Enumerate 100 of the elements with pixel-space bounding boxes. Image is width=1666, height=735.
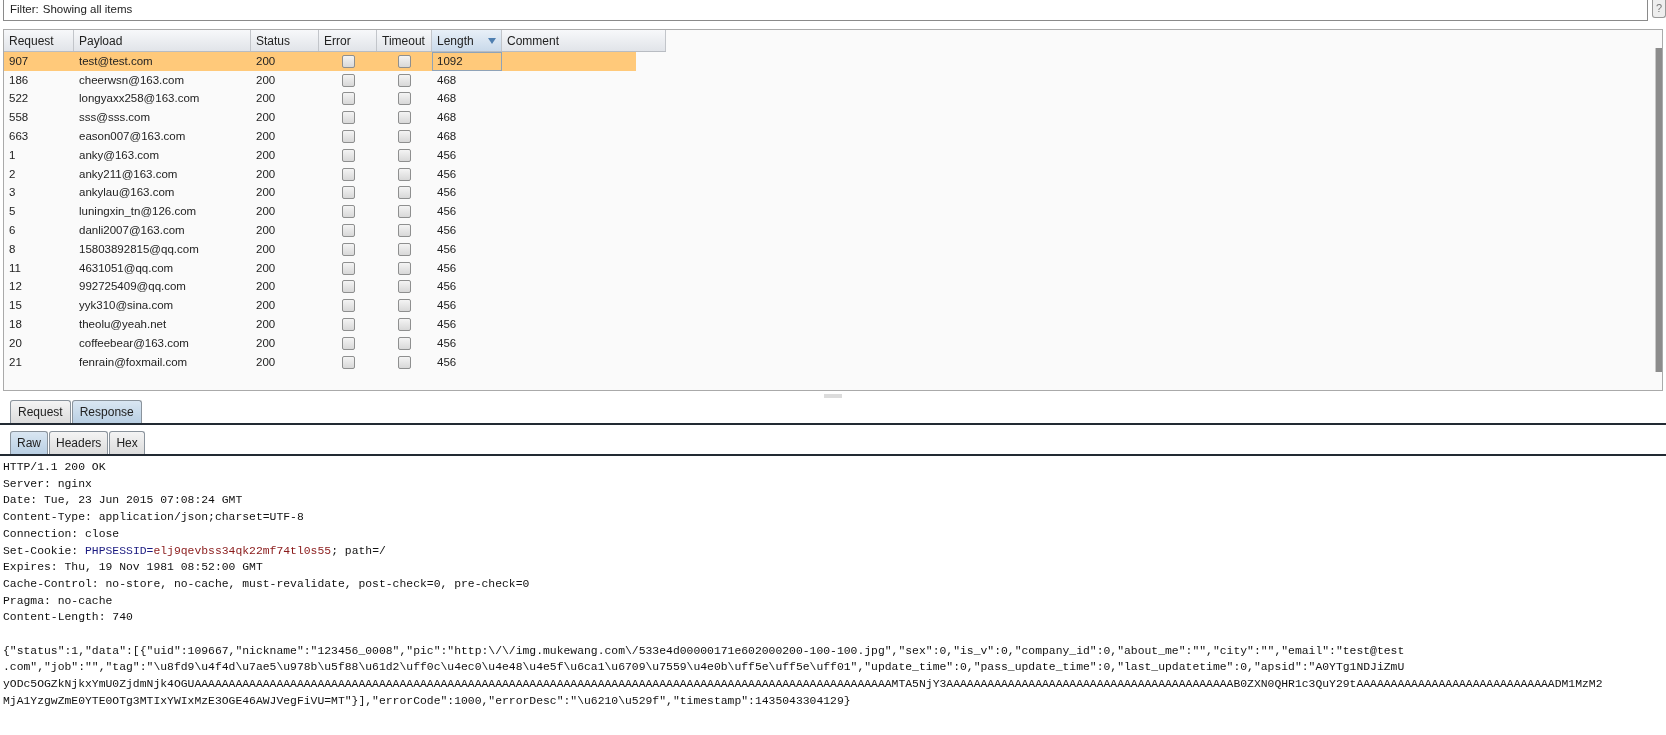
checkbox[interactable]	[398, 355, 411, 369]
table-cell-text: anky211@163.com	[78, 166, 179, 182]
tab[interactable]: Raw	[10, 431, 48, 454]
table-cell-text: 200	[255, 298, 277, 314]
table-cell-text: 200	[255, 166, 277, 182]
table-cell-text: 200	[255, 222, 277, 238]
checkbox[interactable]	[398, 186, 411, 200]
checkbox[interactable]	[341, 280, 355, 294]
checkbox[interactable]	[341, 111, 355, 125]
checkbox[interactable]	[398, 111, 411, 125]
column-header[interactable]: Request	[4, 30, 74, 51]
table-cell-text: 456	[436, 279, 458, 295]
column-header[interactable]: Length	[432, 30, 502, 51]
help-button[interactable]: ?	[1652, 0, 1666, 18]
table-row[interactable]: 558 sss@sss.com 200 468	[4, 108, 636, 128]
splitter-grip-icon[interactable]	[824, 394, 842, 398]
table-cell-text: 200	[255, 147, 277, 163]
table-cell-text: coffeebear@163.com	[78, 335, 190, 351]
checkbox[interactable]	[341, 355, 355, 369]
column-header[interactable]: Payload	[74, 30, 251, 51]
checkbox[interactable]	[341, 299, 355, 313]
column-header[interactable]: Status	[251, 30, 319, 51]
table-cell-text: 200	[255, 185, 277, 201]
table-cell-text: 200	[255, 53, 277, 69]
table-row[interactable]: 3 ankylau@163.com 200 456	[4, 183, 636, 203]
filter-label: Filter:	[10, 2, 39, 18]
tab[interactable]: Response	[71, 400, 142, 423]
table-cell-text: 18	[8, 316, 23, 332]
checkbox[interactable]	[398, 336, 411, 350]
table-cell-text: 200	[255, 72, 277, 88]
response-line: {"status":1,"data":[{"uid":109667,"nickname":"123456_0008","pic":"http:\/\/img.mukewang.com\/533e4d00000171e602000200-100-100.jpg","sex":0,"is_v":0,"company_id":0,"about_me":"","city":"","email":"test@test	[3, 643, 1405, 659]
table-cell-text: 15	[8, 298, 23, 314]
table-row[interactable]: 522 longyaxx258@163.com 200 468	[4, 89, 636, 109]
checkbox[interactable]	[341, 242, 355, 256]
table-row[interactable]: 6 danli2007@163.com 200 456	[4, 221, 636, 240]
checkbox[interactable]	[341, 186, 355, 200]
table-row[interactable]: 8 15803892815@qq.com 200 456	[4, 239, 636, 259]
scrollbar[interactable]	[1655, 48, 1662, 372]
table-cell-text: 663	[8, 128, 30, 144]
table-cell-text: 907	[8, 53, 30, 69]
column-header[interactable]: Error	[319, 30, 377, 51]
table-row[interactable]: 5 luningxin_tn@126.com 200 456	[4, 202, 636, 222]
tab[interactable]: Headers	[49, 431, 109, 454]
checkbox[interactable]	[398, 167, 411, 181]
checkbox[interactable]	[341, 205, 355, 219]
checkbox[interactable]	[398, 299, 411, 313]
table-row[interactable]: 18 theolu@yeah.net 200 456	[4, 315, 636, 334]
filter-text: Showing all items	[42, 2, 133, 18]
checkbox[interactable]	[398, 205, 411, 219]
response-line: Cache-Control: no-store, no-cache, must-revalidate, post-check=0, pre-check=0	[3, 576, 530, 592]
checkbox[interactable]	[341, 224, 355, 238]
table-row[interactable]: 907 test@test.com 200 1092	[4, 52, 636, 71]
checkbox[interactable]	[398, 73, 411, 87]
table-cell-text: 992725409@qq.com	[78, 279, 187, 295]
table-row[interactable]: 1 anky@163.com 200 456	[4, 146, 636, 165]
checkbox[interactable]	[341, 148, 355, 162]
checkbox[interactable]	[398, 318, 411, 332]
table-row[interactable]: 15 yyk310@sina.com 200 456	[4, 296, 636, 316]
table-cell-text: 8	[8, 241, 17, 257]
response-line: Set-Cookie: PHPSESSID=elj9qevbss34qk22mf74tl0s55; path=/	[3, 543, 386, 559]
table-row[interactable]: 12 992725409@qq.com 200 456	[4, 277, 636, 297]
checkbox[interactable]	[398, 280, 411, 294]
table-cell-text: 12	[8, 279, 23, 295]
checkbox[interactable]	[341, 261, 355, 275]
table-row[interactable]: 20 coffeebear@163.com 200 456	[4, 333, 636, 353]
response-line: Pragma: no-cache	[3, 593, 113, 609]
table-cell-text: 468	[436, 91, 458, 107]
table-cell-text: 15803892815@qq.com	[78, 241, 200, 257]
table-row[interactable]: 2 anky211@163.com 200 456	[4, 164, 636, 184]
checkbox[interactable]	[398, 148, 411, 162]
table-cell-text: 456	[436, 147, 458, 163]
table-row[interactable]: 11 4631051@qq.com 200 456	[4, 258, 636, 278]
table-cell-text: 200	[255, 279, 277, 295]
table-cell-text: test@test.com	[78, 53, 154, 69]
tab[interactable]: Request	[10, 400, 71, 423]
checkbox[interactable]	[398, 92, 411, 106]
table-cell-text: 11	[8, 260, 22, 276]
filter-bar[interactable]: Filter: Showing all items	[3, 0, 1648, 21]
table-cell-text: 468	[436, 128, 458, 144]
table-row[interactable]: 186 cheerwsn@163.com 200 468	[4, 70, 636, 90]
checkbox[interactable]	[341, 318, 355, 332]
tab[interactable]: Hex	[109, 431, 145, 454]
checkbox[interactable]	[398, 261, 411, 275]
table-cell-text: 200	[255, 354, 277, 370]
checkbox[interactable]	[341, 54, 355, 68]
checkbox[interactable]	[341, 167, 355, 181]
checkbox[interactable]	[341, 130, 355, 144]
checkbox[interactable]	[341, 336, 355, 350]
table-row[interactable]: 663 eason007@163.com 200 468	[4, 127, 636, 146]
checkbox[interactable]	[398, 54, 411, 68]
checkbox[interactable]	[398, 224, 411, 238]
table-row[interactable]: 21 fenrain@foxmail.com 200 456	[4, 352, 636, 372]
checkbox[interactable]	[341, 92, 355, 106]
checkbox[interactable]	[398, 242, 411, 256]
table-cell-text: 200	[255, 110, 277, 126]
response-line: yODc5OGZkNjkxYmU0ZjdmNjk4OGUAAAAAAAAAAAAAAAAAAAAAAAAAAAAAAAAAAAAAAAAAAAAAAAAAAAAAAAAAAAAAAAAAAAAAAAAAAAAAAAAAAAAAAAAAAAAAAAAAAAAAAMTA5NjY3AAAAAAAAAAAAAAAAAAAAAAAAAAAAAAAAAAAAAAAAAAB0ZXN0QHR1c3QuY29tAAAAAAAAAAAAAAAAAAAAAAAAAAAAADM1MzM2	[3, 677, 1603, 693]
checkbox[interactable]	[341, 73, 355, 87]
checkbox[interactable]	[398, 130, 411, 144]
column-header[interactable]: Comment	[502, 30, 666, 51]
table-cell-text: yyk310@sina.com	[78, 298, 175, 314]
